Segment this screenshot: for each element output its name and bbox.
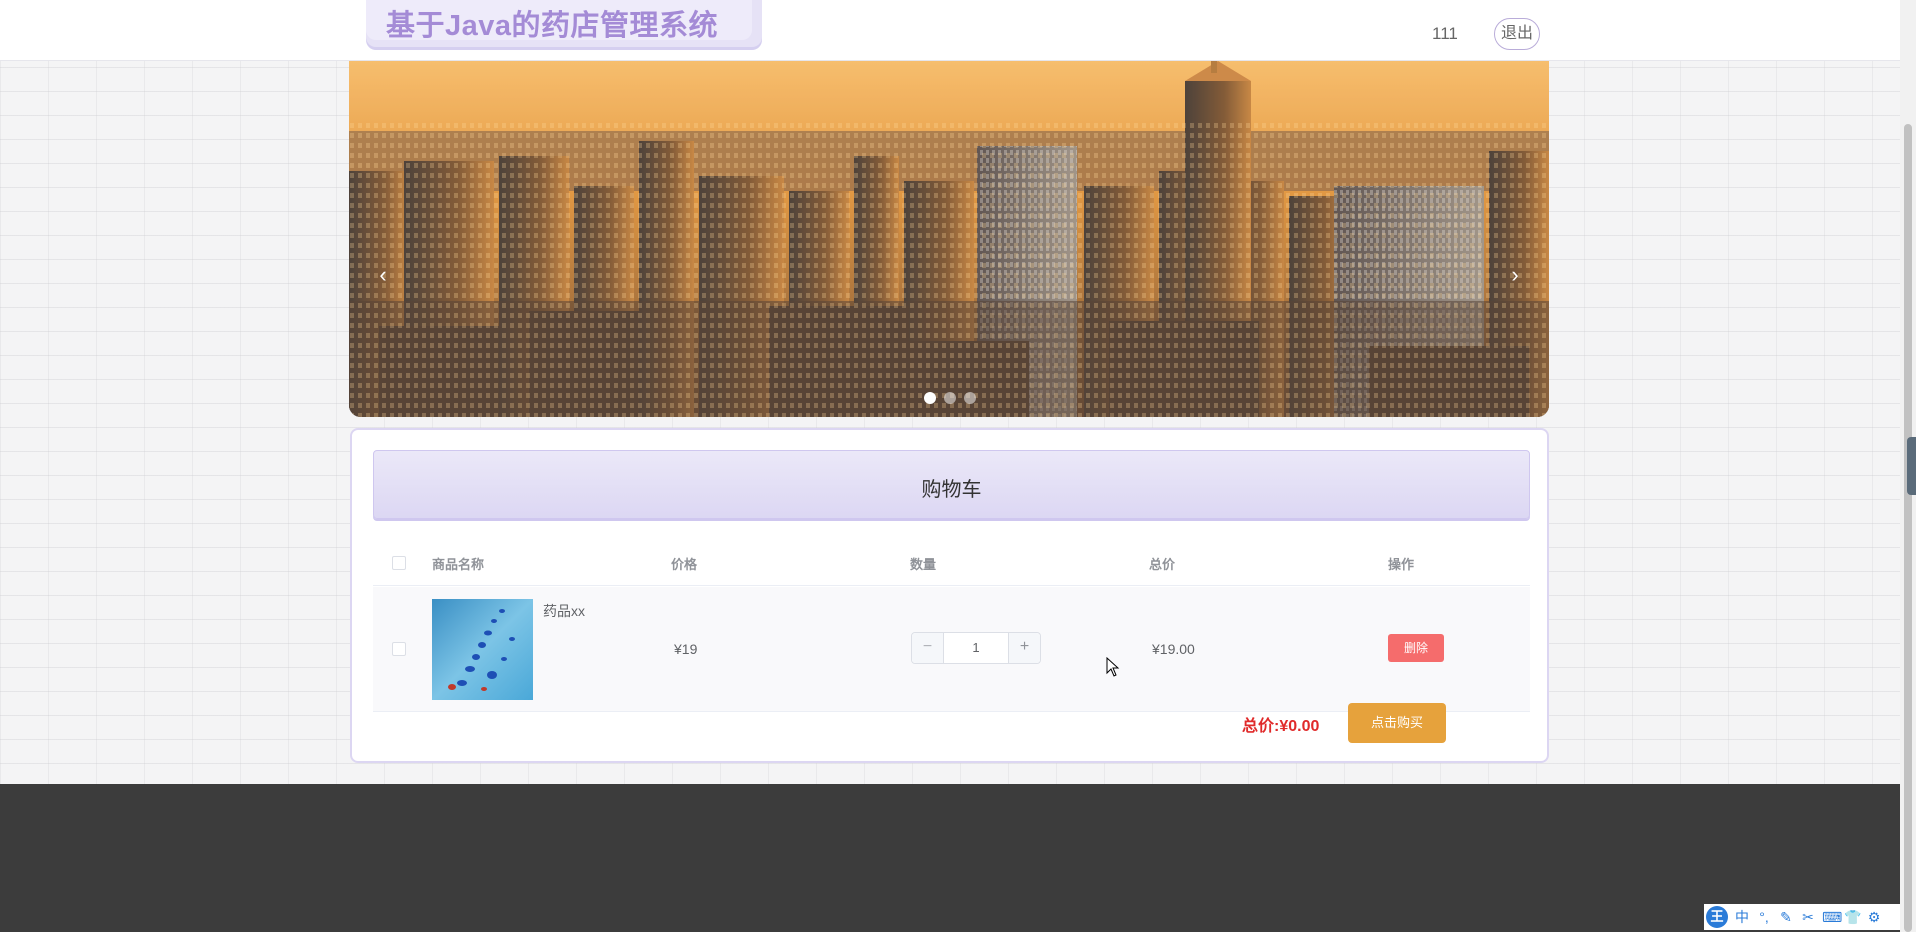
buy-button[interactable]: 点击购买 (1348, 703, 1446, 743)
title-tab-inner: 基于Java的药店管理系统 (366, 0, 752, 42)
row-checkbox[interactable] (392, 642, 406, 656)
column-header-quantity: 数量 (910, 557, 937, 572)
product-name: 药品xx (543, 603, 585, 619)
column-header-name: 商品名称 (432, 557, 485, 572)
scrollbar-thumb[interactable] (1904, 124, 1912, 932)
cart-title: 购物车 (921, 479, 982, 501)
delete-button[interactable]: 删除 (1388, 634, 1444, 662)
page-footer (0, 784, 1900, 932)
site-title: 基于Java的药店管理系统 (386, 10, 719, 42)
quantity-stepper: − 1 + (911, 632, 1041, 664)
carousel-dot-3[interactable] (964, 392, 976, 404)
table-row: 药品xx ¥19 − 1 + ¥19.00 删除 (373, 587, 1530, 712)
username: 111 (1432, 24, 1458, 43)
ime-logo-icon[interactable]: 王 (1706, 906, 1728, 928)
ime-toolbar: 王 中 °, ✎ ✂ ⌨ 👕 ⚙ (1704, 904, 1900, 930)
column-header-subtotal: 总价 (1149, 557, 1176, 572)
banner-carousel: ‹ › (349, 61, 1549, 417)
ime-punctuation-icon[interactable]: °, (1756, 909, 1772, 925)
carousel-dot-2[interactable] (944, 392, 956, 404)
product-price: ¥19 (674, 641, 698, 657)
logout-button[interactable]: 退出 (1494, 18, 1540, 50)
column-header-actions: 操作 (1388, 557, 1415, 572)
title-tab: 基于Java的药店管理系统 (366, 0, 762, 47)
ime-settings-icon[interactable]: ⚙ (1866, 909, 1882, 926)
side-drawer-handle[interactable] (1907, 437, 1916, 495)
carousel-indicators (924, 392, 976, 404)
ime-chinese-mode-icon[interactable]: 中 (1734, 907, 1750, 927)
ime-skin-icon[interactable]: 👕 (1844, 909, 1861, 926)
quantity-increase-button[interactable]: + (1008, 633, 1040, 663)
ime-handwriting-icon[interactable]: ✎ (1778, 909, 1794, 926)
cart-panel: 购物车 商品名称 价格 数量 总价 操作 药品xx ¥19 − 1 + ¥19.… (350, 428, 1549, 763)
top-bar: 基于Java的药店管理系统 111 退出 (0, 0, 1900, 61)
carousel-next-arrow[interactable]: › (1500, 261, 1530, 291)
cart-total-label: 总价: (1242, 718, 1280, 735)
ime-keyboard-icon[interactable]: ⌨ (1822, 909, 1842, 926)
cart-table-header: 商品名称 价格 数量 总价 操作 (373, 540, 1530, 586)
select-all-checkbox[interactable] (392, 556, 406, 570)
product-subtotal: ¥19.00 (1152, 641, 1195, 657)
city-skyline-image (349, 61, 1549, 417)
cart-header: 购物车 (373, 450, 1530, 519)
product-thumbnail[interactable] (432, 599, 533, 700)
carousel-prev-arrow[interactable]: ‹ (368, 261, 398, 291)
cart-total-value: ¥0.00 (1279, 718, 1320, 735)
carousel-dot-1[interactable] (924, 392, 936, 404)
quantity-decrease-button[interactable]: − (912, 633, 944, 663)
ime-screenshot-icon[interactable]: ✂ (1800, 909, 1816, 926)
column-header-price: 价格 (671, 557, 698, 572)
mouse-cursor-icon (1106, 657, 1120, 677)
cart-total: 总价:¥0.00 (1242, 712, 1319, 736)
quantity-input[interactable]: 1 (944, 633, 1008, 663)
